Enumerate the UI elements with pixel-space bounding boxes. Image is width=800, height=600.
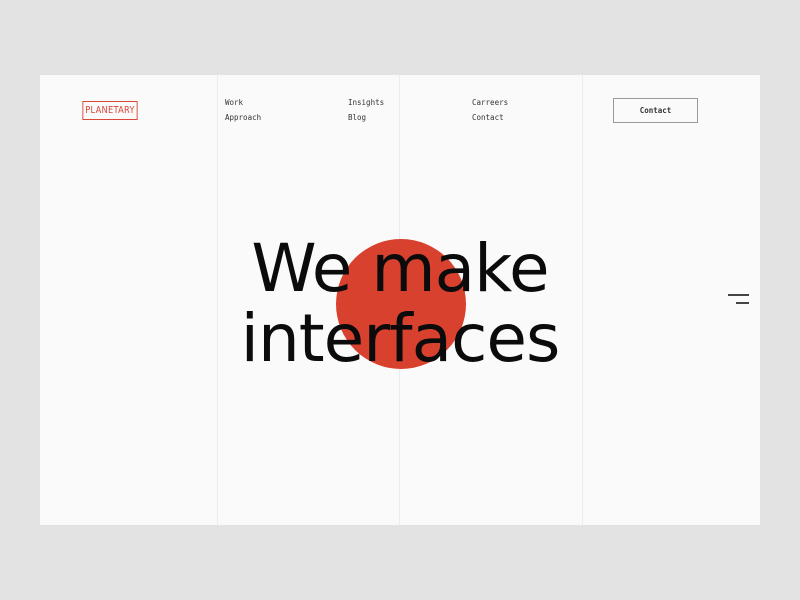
hero-headline-line-2: interfaces [240, 300, 561, 377]
contact-button[interactable]: Contact [613, 98, 698, 123]
nav-link-approach[interactable]: Approach [225, 113, 261, 122]
nav-link-careers[interactable]: Carreers [472, 98, 508, 107]
menu-icon-line [736, 302, 749, 304]
menu-icon[interactable] [728, 294, 750, 308]
nav-link-work[interactable]: Work [225, 98, 243, 107]
menu-icon-line [728, 294, 749, 296]
planetary-logo[interactable]: PLANETARY [82, 101, 138, 120]
hero-headline-line-1: We make [251, 230, 549, 307]
nav-link-insights[interactable]: Insights [348, 98, 384, 107]
nav-link-contact[interactable]: Contact [472, 113, 504, 122]
page-frame: PLANETARY Work Approach Insights Blog Ca… [40, 75, 760, 525]
nav-link-blog[interactable]: Blog [348, 113, 366, 122]
